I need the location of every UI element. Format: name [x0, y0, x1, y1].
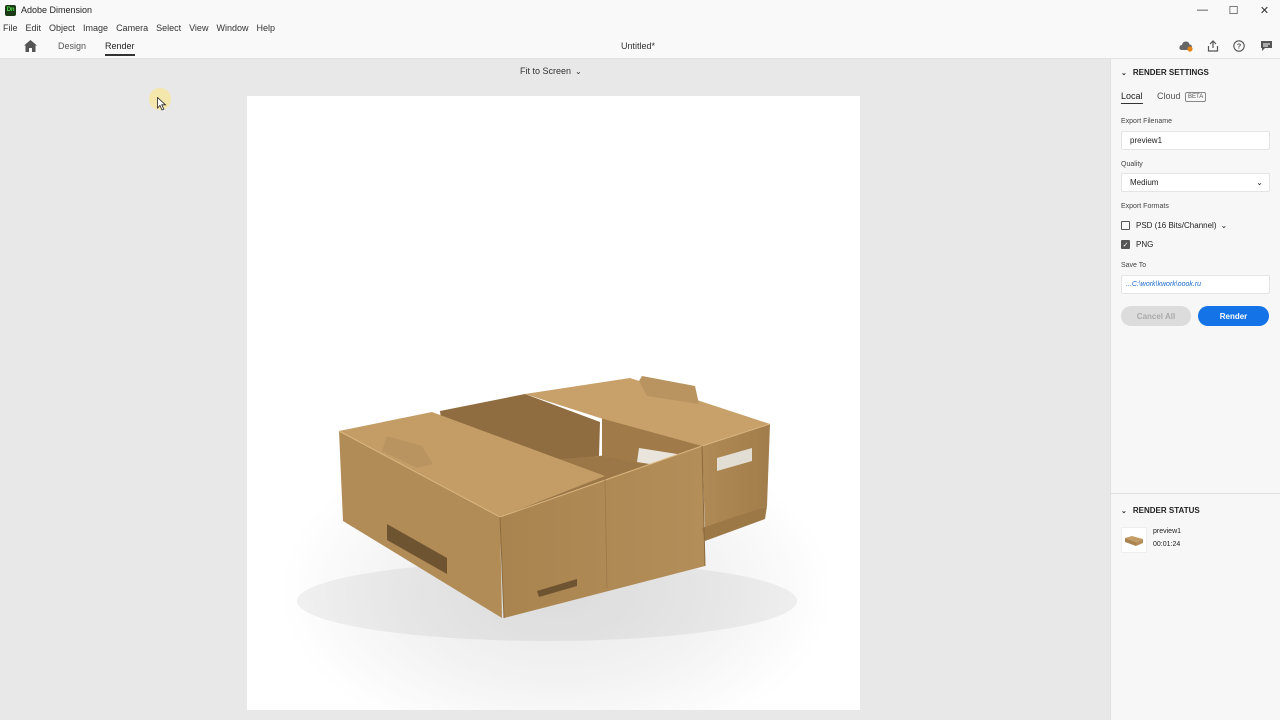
export-filename-label: Export Filename: [1121, 118, 1172, 125]
save-to-label: Save To: [1121, 262, 1147, 269]
tab-local[interactable]: Local: [1121, 91, 1143, 104]
render-settings-header[interactable]: ⌄ RENDER SETTINGS: [1121, 68, 1209, 77]
cloud-sync-icon[interactable]: [1179, 39, 1193, 53]
export-filename-input[interactable]: [1121, 131, 1270, 150]
top-toolbar: Design Render Untitled* ?: [0, 35, 1280, 59]
render-status-header[interactable]: ⌄ RENDER STATUS: [1121, 506, 1200, 515]
menu-image[interactable]: Image: [83, 23, 108, 33]
maximize-button[interactable]: ☐: [1218, 0, 1249, 20]
format-psd-row[interactable]: PSD (16 Bits/Channel) ⌄: [1121, 221, 1227, 230]
zoom-label: Fit to Screen: [520, 66, 572, 76]
menu-object[interactable]: Object: [49, 23, 75, 33]
tab-cloud[interactable]: Cloud: [1157, 91, 1181, 101]
menu-view[interactable]: View: [189, 23, 208, 33]
svg-text:?: ?: [1237, 42, 1242, 51]
mouse-cursor-icon: [157, 97, 167, 111]
render-item-name: preview1: [1153, 528, 1182, 535]
render-settings-title: RENDER SETTINGS: [1132, 68, 1209, 77]
cancel-all-button[interactable]: Cancel All: [1121, 306, 1191, 326]
window-controls: — ☐ ✕: [1187, 0, 1280, 20]
psd-label: PSD (16 Bits/Channel): [1136, 221, 1217, 230]
chevron-down-icon: ⌄: [1121, 69, 1127, 77]
export-formats-label: Export Formats: [1121, 203, 1169, 210]
chevron-down-icon: ⌄: [1256, 178, 1263, 187]
title-bar: Dn Adobe Dimension — ☐ ✕: [0, 0, 1280, 20]
menu-file[interactable]: File: [3, 23, 18, 33]
save-to-path[interactable]: ...C:\work\kwork\oook.ru: [1121, 275, 1270, 294]
png-checkbox[interactable]: ✓: [1121, 240, 1130, 249]
tab-render[interactable]: Render: [105, 41, 135, 56]
render-settings-panel: ⌄ RENDER SETTINGS Local Cloud BETA Expor…: [1110, 59, 1280, 720]
panel-divider: [1111, 493, 1280, 494]
psd-checkbox[interactable]: [1121, 221, 1130, 230]
close-button[interactable]: ✕: [1249, 0, 1280, 20]
render-item-time: 00:01:24: [1153, 541, 1181, 548]
menu-edit[interactable]: Edit: [26, 23, 42, 33]
png-label: PNG: [1136, 240, 1154, 249]
minimize-button[interactable]: —: [1187, 0, 1218, 20]
menu-select[interactable]: Select: [156, 23, 181, 33]
tab-design[interactable]: Design: [58, 41, 86, 56]
share-icon[interactable]: [1206, 39, 1220, 53]
render-thumbnail[interactable]: [1121, 527, 1147, 553]
render-button[interactable]: Render: [1198, 306, 1269, 326]
chevron-down-icon: ⌄: [575, 66, 582, 76]
box-thumbnail-icon: [1125, 536, 1143, 546]
render-canvas[interactable]: [247, 96, 860, 710]
menu-bar: File Edit Object Image Camera Select Vie…: [0, 20, 1280, 35]
chevron-down-icon: ⌄: [1121, 507, 1127, 515]
chevron-down-icon[interactable]: ⌄: [1220, 221, 1227, 230]
document-title: Untitled*: [620, 41, 656, 51]
menu-window[interactable]: Window: [216, 23, 248, 33]
zoom-dropdown[interactable]: Fit to Screen ⌄: [520, 66, 582, 76]
quality-select[interactable]: Medium ⌄: [1121, 173, 1270, 192]
help-icon[interactable]: ?: [1232, 39, 1246, 53]
app-logo-icon: Dn: [5, 4, 16, 16]
quality-label: Quality: [1121, 161, 1143, 168]
format-png-row[interactable]: ✓ PNG: [1121, 240, 1153, 249]
app-title: Adobe Dimension: [21, 5, 93, 15]
menu-camera[interactable]: Camera: [116, 23, 148, 33]
feedback-icon[interactable]: [1259, 39, 1273, 53]
cardboard-box-model: [297, 376, 797, 641]
menu-help[interactable]: Help: [256, 23, 275, 33]
render-status-title: RENDER STATUS: [1132, 506, 1200, 515]
beta-badge: BETA: [1185, 92, 1207, 102]
quality-value: Medium: [1130, 178, 1159, 187]
home-icon[interactable]: [24, 40, 37, 52]
